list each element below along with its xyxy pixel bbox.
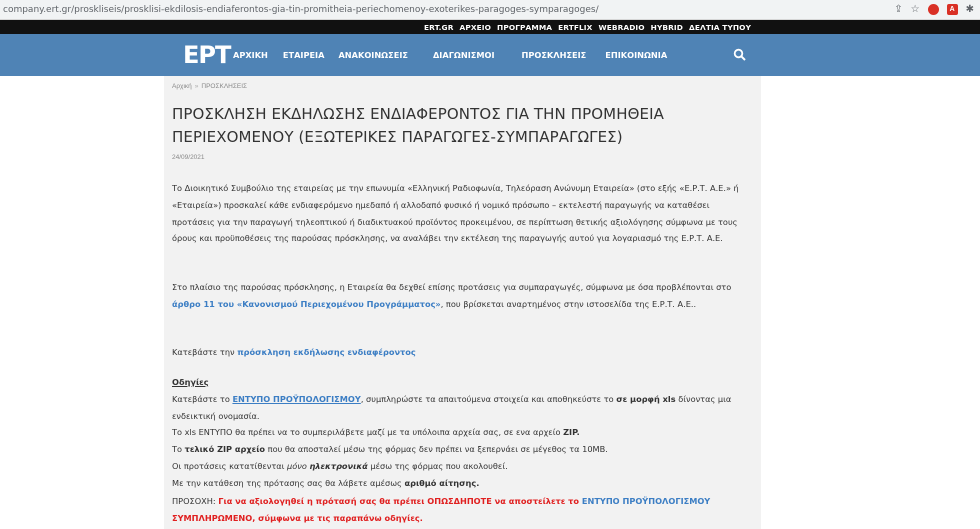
post-date: 24/09/2021	[172, 154, 205, 161]
breadcrumb-home[interactable]: Αρχική	[172, 83, 192, 90]
coproduction-paragraph: Στο πλαίσιο της παρούσας πρόσκλησης, η Ε…	[172, 282, 732, 309]
instruction-3: Το τελικό ZIP αρχείο που θα αποσταλεί μέ…	[172, 444, 608, 455]
search-icon[interactable]	[733, 48, 747, 62]
nav-announcements[interactable]: ΑΝΑΚΟΙΝΩΣΕΙΣ	[338, 50, 408, 60]
ert-logo[interactable]: ΕΡΤ	[183, 40, 231, 70]
extension-icon[interactable]	[927, 4, 939, 15]
nav-invitations[interactable]: ΠΡΟΣΚΛΗΣΕΙΣ	[522, 50, 587, 60]
nav-tenders[interactable]: ΔΙΑΓΩΝΙΣΜΟΙ	[433, 50, 495, 60]
instruction-2: Το xls ΕΝΤΥΠΟ θα πρέπει να το συμπεριλάβ…	[172, 427, 580, 438]
toplink-program[interactable]: ΠΡΟΓΡΑΜΜΑ	[497, 23, 552, 32]
nav-home[interactable]: ΑΡΧΙΚΗ	[233, 50, 268, 60]
bookmark-star-icon[interactable]: ☆	[911, 4, 920, 15]
toplink-press[interactable]: ΔΕΛΤΙΑ ΤΥΠΟΥ	[689, 23, 751, 32]
warning-label: ΠΡΟΣΟΧΗ:	[172, 496, 219, 506]
budget-form-link[interactable]: ΕΝΤΥΠΟ ΠΡΟΫΠΟΛΟΓΙΣΜΟΥ	[232, 394, 360, 404]
breadcrumb-current[interactable]: ΠΡΟΣΚΛΗΣΕΙΣ	[201, 83, 247, 90]
toplink-ertflix[interactable]: ERTFLIX	[558, 23, 592, 32]
warning-budget-link[interactable]: ΕΝΤΥΠΟ ΠΡΟΫΠΟΛΟΓΙΣΜΟΥ	[582, 496, 710, 506]
regulation-link[interactable]: άρθρο 11 του «Κανονισμού Περιεχομένου Πρ…	[172, 299, 441, 309]
share-icon[interactable]: ⇪	[894, 4, 902, 15]
breadcrumb: Αρχική» ΠΡΟΣΚΛΗΣΕΙΣ	[172, 83, 248, 90]
instruction-1: Κατεβάστε το ΕΝΤΥΠΟ ΠΡΟΫΠΟΛΟΓΙΣΜΟΥ, συμπ…	[172, 393, 732, 421]
instruction-4: Οι προτάσεις κατατίθενται μόνο ηλεκτρονι…	[172, 460, 508, 471]
url-field[interactable]: company.ert.gr/proskliseis/prosklisi-ekd…	[0, 5, 894, 15]
toplink-hybrid[interactable]: HYBRID	[651, 23, 683, 32]
toplink-ertgr[interactable]: ERT.GR	[424, 23, 454, 32]
instructions-section: Οδηγίες Κατεβάστε το ΕΝΤΥΠΟ ΠΡΟΫΠΟΛΟΓΙΣΜ…	[172, 374, 752, 492]
intro-paragraph: Το Διοικητικό Συμβούλιο της εταιρείας με…	[172, 183, 739, 244]
main-navigation: ΕΡΤ ΑΡΧΙΚΗ ΕΤΑΙΡΕΙΑ ΑΝΑΚΟΙΝΩΣΕΙΣ ΔΙΑΓΩΝΙ…	[0, 34, 980, 76]
browser-address-bar: company.ert.gr/proskliseis/prosklisi-ekd…	[0, 0, 980, 20]
instruction-5: Με την κατάθεση της πρότασης σας θα λάβε…	[172, 477, 480, 488]
nav-contact[interactable]: ΕΠΙΚΟΙΝΩΝΙΑ	[605, 50, 667, 60]
instructions-header: Οδηγίες	[172, 377, 209, 387]
nav-company[interactable]: ΕΤΑΙΡΕΙΑ	[283, 50, 325, 60]
toplink-archive[interactable]: ΑΡΧΕΙΟ	[460, 23, 492, 32]
invitation-download-link[interactable]: πρόσκληση εκδήλωσης ενδιαφέροντος	[237, 347, 416, 357]
warning-paragraph: ΠΡΟΣΟΧΗ: Για να αξιολογηθεί η πρότασή σα…	[172, 496, 711, 523]
page-title: ΠΡΟΣΚΛΗΣΗ ΕΚΔΗΛΩΣΗΣ ΕΝΔΙΑΦΕΡΟΝΤΟΣ ΓΙΑ ΤΗ…	[172, 105, 664, 146]
extensions-puzzle-icon[interactable]: ✱	[966, 4, 974, 15]
top-utility-bar: ERT.GR ΑΡΧΕΙΟ ΠΡΟΓΡΑΜΜΑ ERTFLIX WEBRADIO…	[0, 20, 980, 34]
toplink-webradio[interactable]: WEBRADIO	[598, 23, 644, 32]
download-invitation-paragraph: Κατεβάστε την πρόσκληση εκδήλωσης ενδιαφ…	[172, 347, 416, 357]
pdf-extension-icon[interactable]: A	[946, 4, 958, 15]
